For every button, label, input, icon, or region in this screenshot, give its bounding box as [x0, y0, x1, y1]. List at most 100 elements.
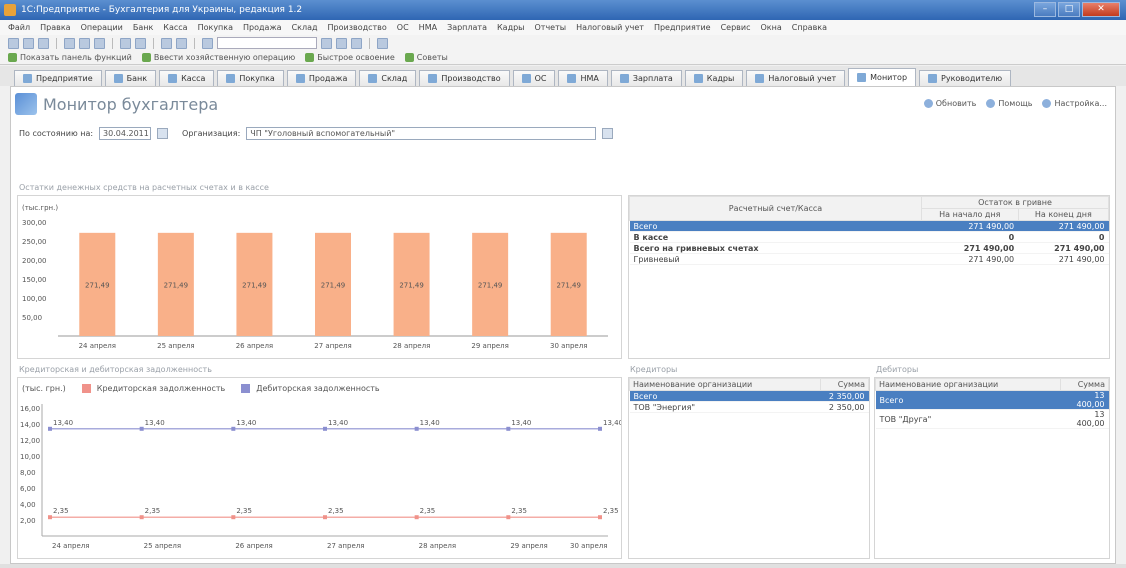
- line-chart-data-label: 13,40: [236, 419, 256, 427]
- advice-link[interactable]: Советы: [404, 53, 448, 62]
- show-functions-link[interactable]: Показать панель функций: [8, 53, 132, 62]
- minimize-button[interactable]: –: [1034, 2, 1056, 17]
- search-icon[interactable]: [202, 37, 213, 49]
- line-chart-data-label: 13,40: [53, 419, 73, 427]
- menu-item[interactable]: Зарплата: [447, 23, 487, 32]
- copy-icon[interactable]: [79, 37, 90, 49]
- help-button[interactable]: Помощь: [986, 99, 1032, 108]
- organization-input[interactable]: ЧП "Уголовный вспомогательный": [246, 127, 597, 140]
- col-start: На начало дня: [921, 208, 1019, 221]
- table-cell: 271 490,00: [921, 242, 1019, 254]
- menu-item[interactable]: Справка: [792, 23, 827, 32]
- line-chart-data-label: 13,40: [511, 419, 531, 427]
- back-icon[interactable]: [161, 37, 172, 49]
- tab-item[interactable]: Покупка: [217, 70, 284, 86]
- functions-icon: [8, 53, 17, 62]
- menu-item[interactable]: Кадры: [497, 23, 525, 32]
- open-icon[interactable]: [23, 37, 34, 49]
- tab-item[interactable]: Монитор: [848, 68, 917, 86]
- tab-item[interactable]: Банк: [104, 70, 157, 86]
- menu-item[interactable]: Операции: [81, 23, 123, 32]
- tab-icon: [368, 74, 378, 83]
- menu-item[interactable]: Сервис: [721, 23, 751, 32]
- tab-item[interactable]: Налоговый учет: [746, 70, 846, 86]
- tab-item[interactable]: Производство: [419, 70, 510, 86]
- new-icon[interactable]: [8, 37, 19, 49]
- date-input[interactable]: 30.04.2011: [99, 127, 152, 140]
- table-row[interactable]: Гривневый 271 490,00 271 490,00: [629, 253, 1109, 265]
- table-row[interactable]: Всего 2 350,00: [629, 390, 869, 402]
- save-icon[interactable]: [38, 37, 49, 49]
- menu-item[interactable]: Отчеты: [535, 23, 567, 32]
- table-cell: 271 490,00: [921, 253, 1019, 265]
- quick-start-link[interactable]: Быстрое освоение: [305, 53, 395, 62]
- table-row[interactable]: Всего 271 490,00 271 490,00: [629, 220, 1109, 232]
- creditors-title: Кредиторы: [630, 365, 678, 374]
- tab-item[interactable]: Кадры: [684, 70, 744, 86]
- table-cell: ТОВ "Энергия": [629, 401, 821, 413]
- debt-ylabel: (тыс. грн.): [22, 384, 66, 393]
- forward-icon[interactable]: [176, 37, 187, 49]
- tab-item[interactable]: Склад: [359, 70, 417, 86]
- app-icon: [4, 4, 16, 16]
- menu-item[interactable]: Предприятие: [654, 23, 711, 32]
- line-chart-ytick: 2,00: [20, 517, 36, 525]
- debtors-table: Наименование организации Сумма Всего 13 4…: [875, 378, 1109, 429]
- menu-item[interactable]: Производство: [328, 23, 387, 32]
- table-row[interactable]: Всего на гривневых счетах 271 490,00 271 4…: [629, 242, 1109, 254]
- tab-item[interactable]: ОС: [512, 70, 556, 86]
- tab-item[interactable]: Руководителю: [919, 70, 1012, 86]
- line-chart-point: [48, 515, 52, 520]
- refresh-button[interactable]: Обновить: [923, 99, 976, 108]
- tab-item[interactable]: Предприятие: [14, 70, 102, 86]
- table-row[interactable]: Всего 13 400,00: [875, 390, 1109, 410]
- paste-icon[interactable]: [94, 37, 105, 49]
- debt-chart-legend: (тыс. грн.) Кредиторская задолженность Д…: [22, 384, 380, 393]
- tab-label: Монитор: [870, 73, 908, 82]
- organization-select-button[interactable]: [602, 128, 614, 139]
- settings-button[interactable]: Настройка...: [1042, 99, 1107, 108]
- line-chart-data-label: 2,35: [145, 507, 161, 515]
- maximize-button[interactable]: □: [1058, 2, 1080, 17]
- menu-item[interactable]: Покупка: [198, 23, 233, 32]
- menu-item[interactable]: Склад: [292, 23, 318, 32]
- organization-label: Организация:: [182, 129, 241, 138]
- calendar-icon[interactable]: [351, 37, 362, 49]
- print-icon[interactable]: [120, 37, 131, 49]
- menu-item[interactable]: Касса: [163, 23, 187, 32]
- debit-legend-swatch: [241, 384, 251, 393]
- calculator-icon[interactable]: [336, 37, 347, 49]
- menu-item[interactable]: ОС: [397, 23, 409, 32]
- search-input[interactable]: [217, 37, 317, 49]
- close-button[interactable]: ✕: [1082, 2, 1120, 17]
- help-icon[interactable]: [377, 37, 388, 49]
- cut-icon[interactable]: [64, 37, 75, 49]
- menu-item[interactable]: Окна: [761, 23, 782, 32]
- menu-item[interactable]: Банк: [133, 23, 153, 32]
- menu-item[interactable]: Правка: [40, 23, 70, 32]
- table-row[interactable]: ТОВ "Друга" 13 400,00: [875, 409, 1109, 429]
- refresh-icon: [923, 99, 933, 108]
- advice-label: Советы: [416, 53, 448, 62]
- bar-chart-data-label: 271,49: [242, 281, 267, 289]
- menu-item[interactable]: Налоговый учет: [576, 23, 644, 32]
- enter-operation-label: Ввести хозяйственную операцию: [153, 53, 296, 62]
- monitor-icon: [15, 93, 37, 115]
- table-row[interactable]: В кассе 0 0: [629, 231, 1109, 243]
- table-row[interactable]: ТОВ "Энергия" 2 350,00: [629, 401, 869, 413]
- enter-operation-link[interactable]: Ввести хозяйственную операцию: [141, 53, 296, 62]
- menu-item[interactable]: Продажа: [243, 23, 282, 32]
- filter-icon[interactable]: [321, 37, 332, 49]
- preview-icon[interactable]: [135, 37, 146, 49]
- tab-item[interactable]: Касса: [159, 70, 215, 86]
- table-cell: Всего: [875, 390, 1061, 410]
- bar-chart-data-label: 271,49: [164, 281, 189, 289]
- line-chart-ytick: 16,00: [20, 405, 40, 413]
- tab-icon: [295, 74, 305, 83]
- menu-item[interactable]: НМА: [419, 23, 437, 32]
- tab-item[interactable]: Зарплата: [610, 70, 682, 86]
- tab-item[interactable]: НМА: [558, 70, 608, 86]
- tab-item[interactable]: Продажа: [286, 70, 357, 86]
- menu-item[interactable]: Файл: [8, 23, 30, 32]
- calendar-button[interactable]: [157, 128, 169, 139]
